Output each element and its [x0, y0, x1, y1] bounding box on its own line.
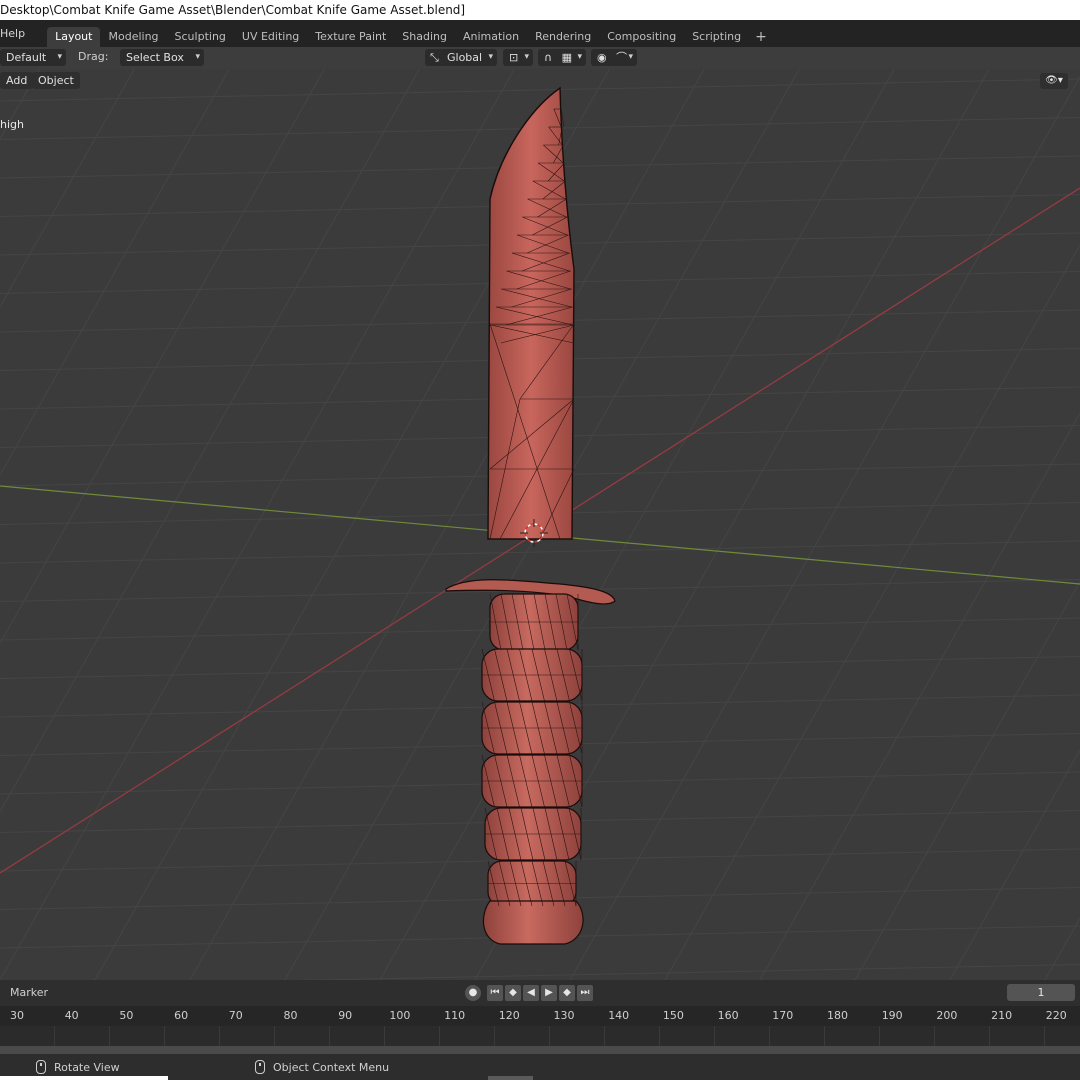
prev-keyframe-icon[interactable]: ◆ [505, 985, 521, 1001]
pivot-point-dropdown[interactable]: ⊡ ▾ [503, 49, 533, 66]
top-menu-bar: Help Layout Modeling Sculpting UV Editing Te… [0, 20, 1080, 47]
frame-tick-label: 120 [498, 1009, 520, 1022]
window-title: Desktop\Combat Knife Game Asset\Blender\… [0, 3, 466, 17]
frame-tick-label: 140 [608, 1009, 630, 1022]
add-menu[interactable]: Add [0, 72, 34, 89]
orientation-value: Global [447, 51, 483, 64]
frame-tick-label: 160 [717, 1009, 739, 1022]
tool-settings-bar: Default ▾ Drag: Select Box ▾ ⤡ Global ▾ … [0, 47, 1080, 69]
frame-tick-label: 110 [444, 1009, 466, 1022]
visibility-dropdown[interactable]: 👁▾ [1040, 73, 1068, 89]
timeline-header: Marker ● ⏮ ◆ ◀ ▶ ◆ ⏭ 1 [0, 980, 1080, 1006]
frame-tick-label: 180 [827, 1009, 848, 1022]
chevron-down-icon: ▾ [577, 52, 582, 62]
object-menu[interactable]: Object [32, 72, 80, 89]
timeline-scrollbar[interactable] [0, 1046, 1080, 1054]
tab-scripting[interactable]: Scripting [684, 27, 749, 47]
tab-rendering[interactable]: Rendering [527, 27, 599, 47]
status-left-text: Rotate View [54, 1060, 120, 1074]
tab-animation[interactable]: Animation [455, 27, 527, 47]
frame-tick-label: 80 [283, 1009, 298, 1022]
status-separator [488, 1076, 533, 1080]
tab-compositing[interactable]: Compositing [599, 27, 684, 47]
tab-layout[interactable]: Layout [47, 27, 101, 47]
frame-tick-label: 130 [553, 1009, 575, 1022]
viewport-header: Add Object [0, 69, 1080, 93]
frame-tick-label: 220 [1045, 1009, 1067, 1022]
status-progress-strip [0, 1076, 168, 1080]
status-bar: Rotate View Object Context Menu [0, 1054, 1080, 1080]
frame-tick-label: 50 [119, 1009, 134, 1022]
chevron-down-icon: ▾ [524, 52, 529, 62]
chevron-down-icon: ▾ [488, 52, 493, 62]
marker-menu[interactable]: Marker [10, 986, 48, 999]
jump-end-icon[interactable]: ⏭ [577, 985, 593, 1001]
workspace-tabs: Layout Modeling Sculpting UV Editing Texture… [47, 20, 773, 47]
active-object-label: high [0, 118, 24, 131]
snap-grid-icon: ▦ [561, 51, 572, 64]
mouse-icon [255, 1060, 265, 1074]
frame-tick-label: 40 [64, 1009, 79, 1022]
tab-sculpting[interactable]: Sculpting [167, 27, 234, 47]
frame-tick-label: 150 [662, 1009, 684, 1022]
window-title-bar: Desktop\Combat Knife Game Asset\Blender\… [0, 0, 1080, 20]
current-frame-field[interactable]: 1 [1007, 984, 1075, 1001]
mode-dropdown[interactable]: Default ▾ [0, 49, 66, 66]
tab-texture-paint[interactable]: Texture Paint [307, 27, 394, 47]
frame-tick-label: 90 [338, 1009, 353, 1022]
chevron-down-icon: ▾ [1057, 75, 1063, 86]
status-context-menu: Object Context Menu [255, 1060, 389, 1074]
frame-tick-label: 170 [772, 1009, 794, 1022]
play-icon[interactable]: ▶ [541, 985, 557, 1001]
jump-start-icon[interactable]: ⏮ [487, 985, 503, 1001]
chevron-down-icon: ▾ [57, 52, 62, 62]
falloff-curve-icon: ⌒ [616, 51, 628, 64]
chevron-down-icon: ▾ [628, 52, 633, 62]
chevron-down-icon: ▾ [195, 52, 200, 62]
frame-tick-label: 100 [389, 1009, 411, 1022]
menu-help[interactable]: Help [0, 27, 25, 40]
status-middle-text: Object Context Menu [273, 1060, 390, 1074]
magnet-icon: ∩ [544, 51, 553, 64]
pivot-point-icon: ⊡ [509, 51, 519, 64]
timeline-track[interactable] [0, 1026, 1080, 1046]
orientation-dropdown[interactable]: ⤡ Global ▾ [425, 49, 497, 66]
frame-tick-label: 190 [881, 1009, 903, 1022]
frame-tick-label: 60 [174, 1009, 189, 1022]
drag-label: Drag: [78, 50, 109, 63]
tab-uv-editing[interactable]: UV Editing [234, 27, 307, 47]
proportional-edit-icon: ◉ [597, 51, 607, 64]
timeline-ruler[interactable]: 30 40 50 60 70 80 90 100 110 120 130 140 150 160 170 18… [0, 1006, 1080, 1026]
knife-pommel [482, 900, 584, 945]
frame-tick-label: 200 [936, 1009, 958, 1022]
proportional-edit-group[interactable]: ◉ ⌒ ▾ [591, 49, 637, 66]
eye-icon: 👁 [1045, 75, 1058, 86]
add-workspace-button[interactable]: + [749, 27, 773, 47]
frame-tick-label: 210 [991, 1009, 1013, 1022]
play-reverse-icon[interactable]: ◀ [523, 985, 539, 1001]
frame-tick-label: 30 [10, 1009, 24, 1022]
drag-dropdown[interactable]: Select Box ▾ [120, 49, 204, 66]
status-rotate-view: Rotate View [36, 1060, 120, 1074]
mouse-icon [36, 1060, 46, 1074]
frame-tick-label: 70 [228, 1009, 243, 1022]
tab-modeling[interactable]: Modeling [100, 27, 166, 47]
3d-viewport[interactable] [0, 69, 1080, 980]
tab-shading[interactable]: Shading [394, 27, 455, 47]
record-icon[interactable]: ● [465, 985, 481, 1001]
snap-group[interactable]: ∩ ▦ ▾ [538, 49, 586, 66]
mode-value: Default [6, 51, 47, 64]
next-keyframe-icon[interactable]: ◆ [559, 985, 575, 1001]
transform-orientation-icon: ⤡ [430, 51, 439, 64]
drag-value: Select Box [126, 51, 184, 64]
